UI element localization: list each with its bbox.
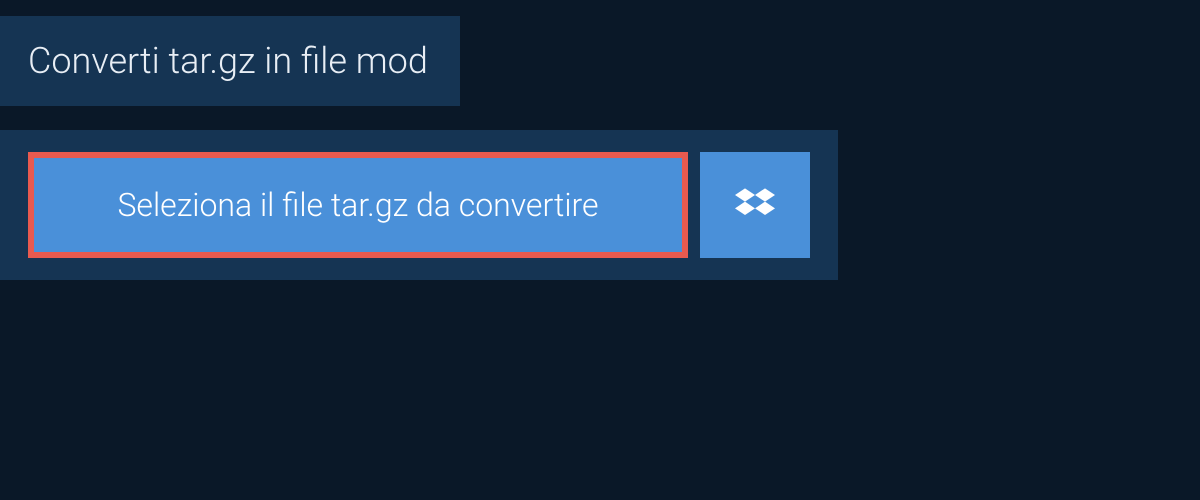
page-title: Converti tar.gz in file mod <box>0 16 460 106</box>
upload-panel: Seleziona il file tar.gz da convertire <box>0 130 838 280</box>
select-file-button[interactable]: Seleziona il file tar.gz da convertire <box>28 152 688 258</box>
dropbox-icon <box>735 185 775 225</box>
dropbox-button[interactable] <box>700 152 810 258</box>
